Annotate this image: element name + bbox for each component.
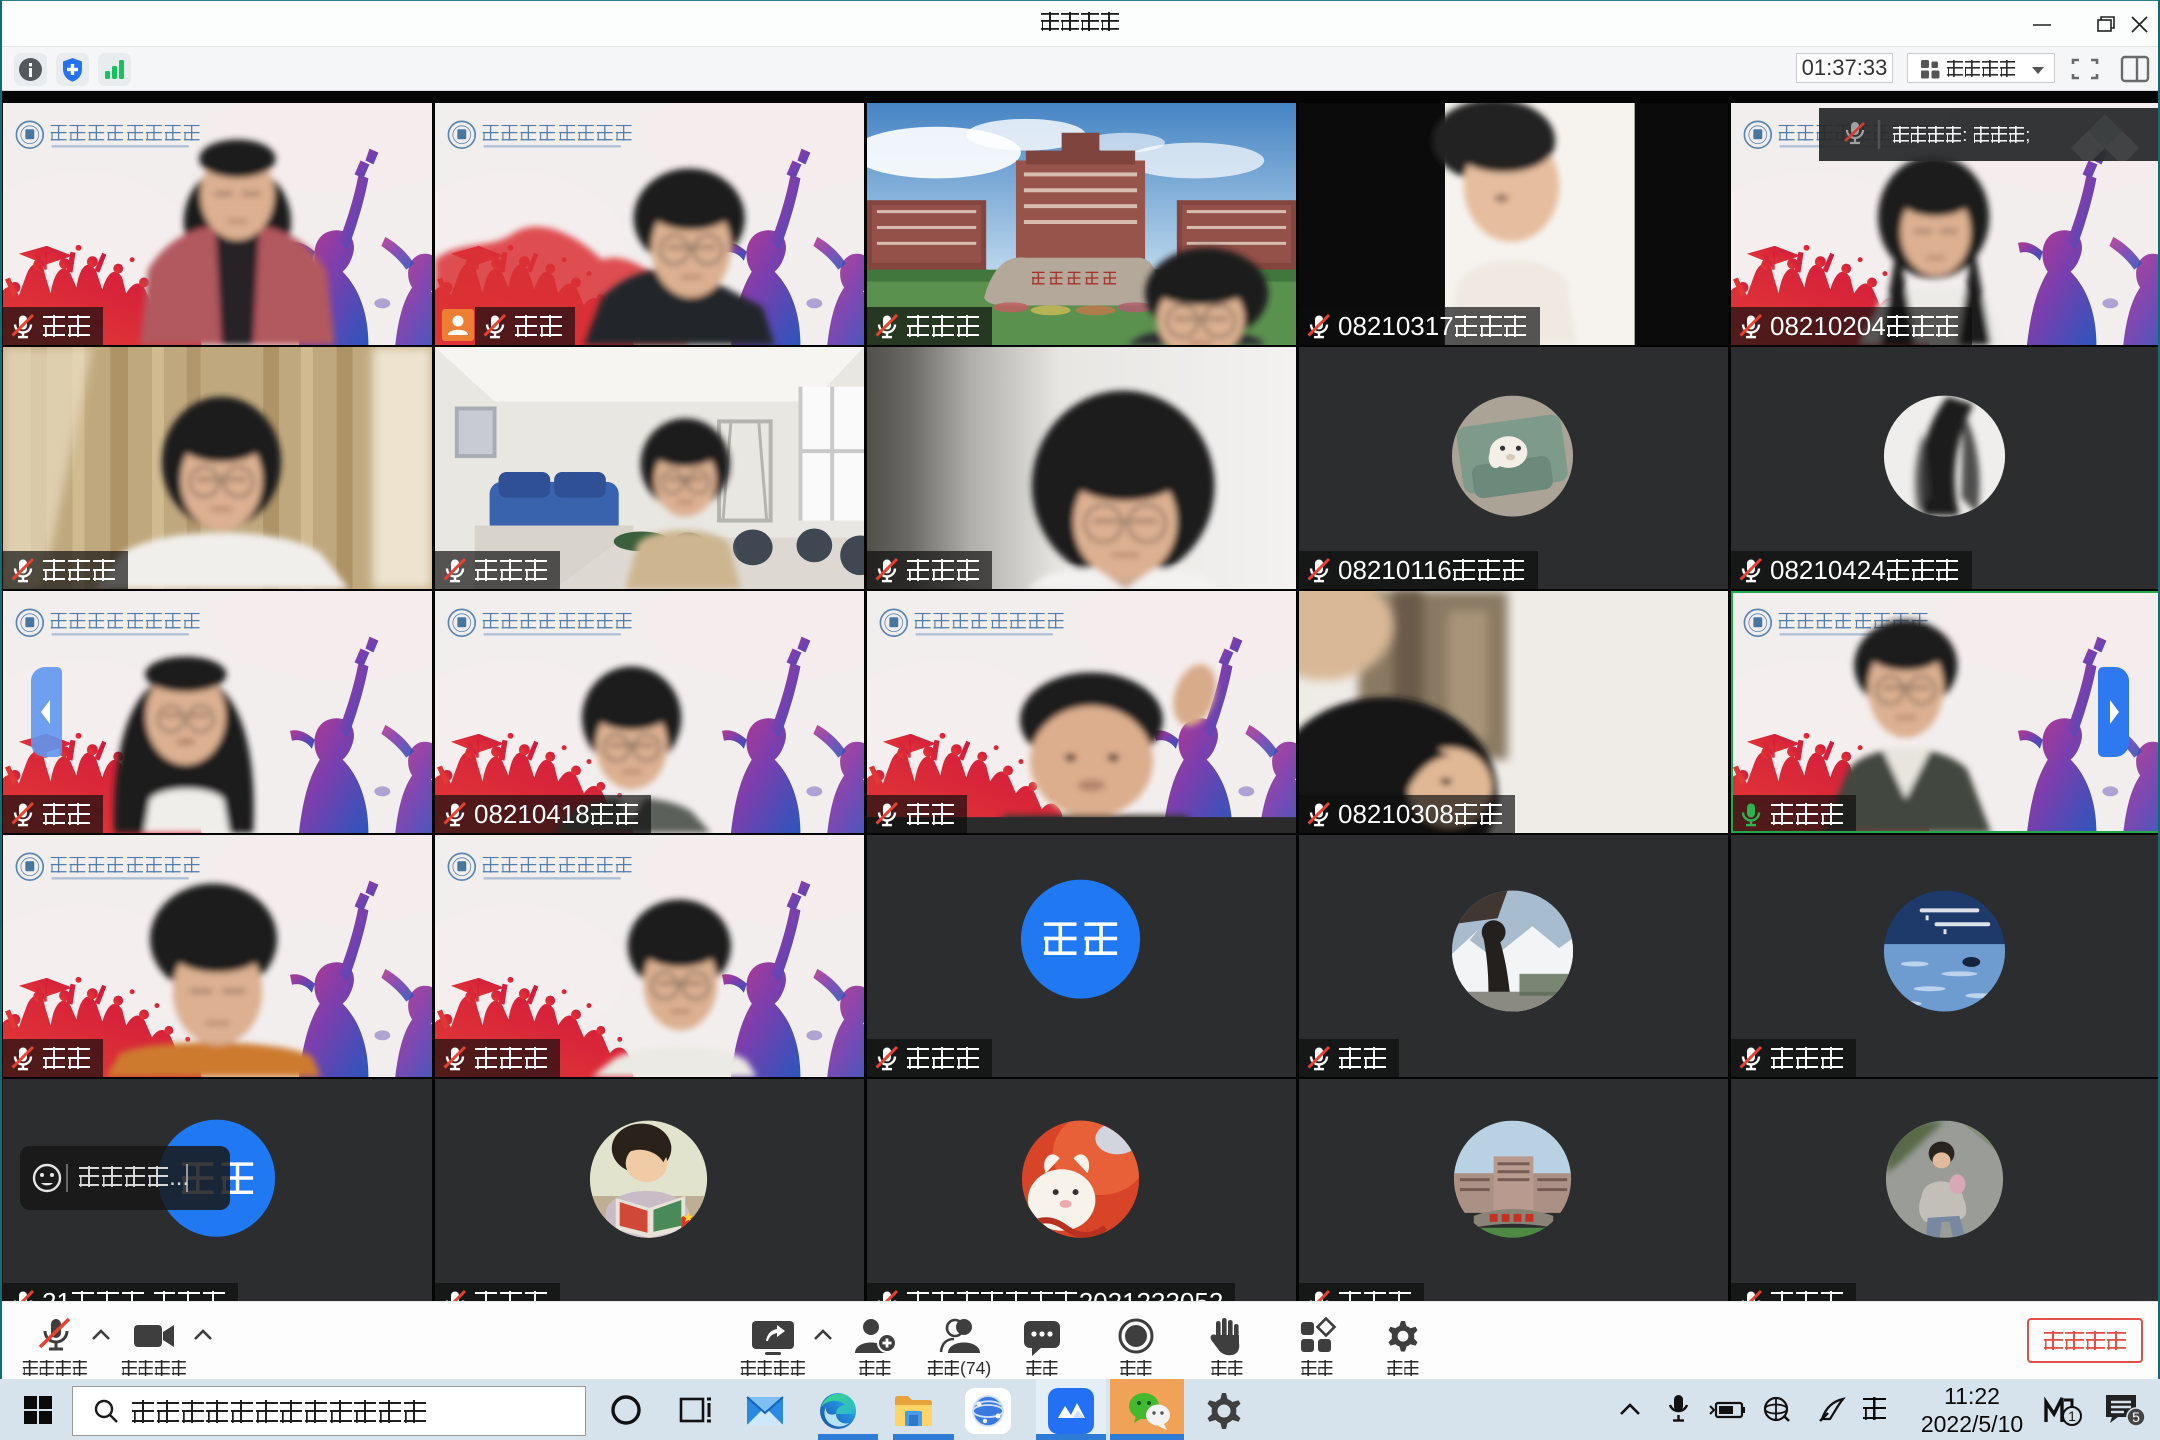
svg-text:1: 1 [2068,1408,2076,1424]
svg-text:5: 5 [2132,1409,2140,1425]
